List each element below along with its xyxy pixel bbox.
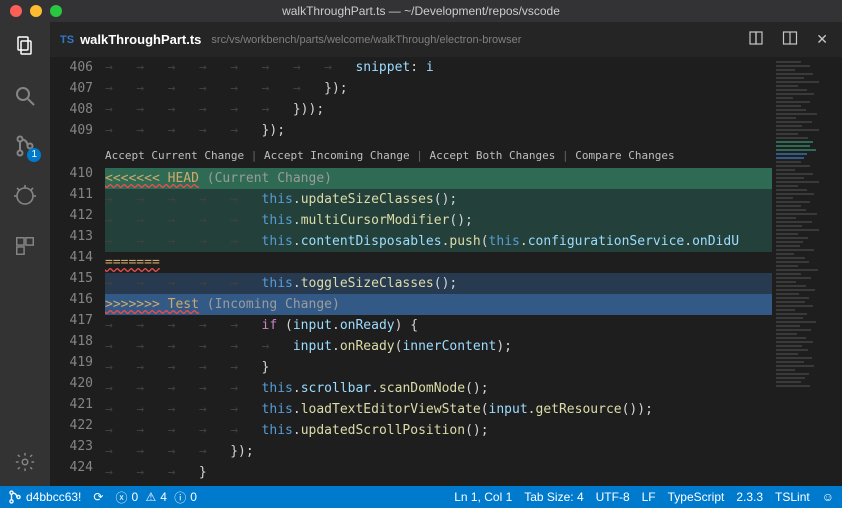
code-line: → → → → → this.updateSizeClasses(); — [105, 189, 842, 210]
close-tab-icon[interactable]: ✕ — [812, 31, 832, 48]
titlebar: walkThroughPart.ts — ~/Development/repos… — [0, 0, 842, 22]
code-line: → → → → → this.toggleSizeClasses(); — [105, 273, 842, 294]
code-area[interactable]: → → → → → → → → snippet: i → → → → → → →… — [105, 57, 842, 486]
code-line: → → → → → this.multiCursorModifier(); — [105, 210, 842, 231]
activity-bar: 1 — [0, 22, 50, 486]
code-line: → → → → → } — [105, 357, 842, 378]
status-bar: d4bbcc63! ⟳ ⓧ 0 ⚠ 4 ⓘ 0 Ln 1, Col 1 Tab … — [0, 486, 842, 508]
code-line: → → → → → this.contentDisposables.push(t… — [105, 231, 842, 252]
code-line: → → → → → → → → snippet: i — [105, 57, 842, 78]
scm-badge: 1 — [27, 148, 41, 162]
tab-bar: TS walkThroughPart.ts src/vs/workbench/p… — [50, 22, 842, 57]
conflict-divider: ======= — [105, 252, 842, 273]
code-line: → → → → → this.scrollbar.scanDomNode(); — [105, 378, 842, 399]
sync-status[interactable]: ⟳ — [93, 490, 103, 504]
accept-incoming-link[interactable]: Accept Incoming Change — [264, 149, 410, 162]
gutter: 406407408409 410411412413 414415416417 4… — [50, 57, 105, 486]
code-line: → → → → → }); — [105, 120, 842, 141]
feedback-icon[interactable]: ☺ — [822, 490, 834, 504]
split-editor-icon[interactable] — [778, 30, 802, 49]
debug-icon[interactable] — [11, 182, 39, 210]
compare-changes-icon[interactable] — [744, 30, 768, 49]
code-line: → → → → → → })); — [105, 99, 842, 120]
language-mode[interactable]: TypeScript — [668, 490, 725, 504]
code-line: → → → → → → input.onReady(innerContent); — [105, 336, 842, 357]
tab-filename: walkThroughPart.ts — [80, 32, 201, 47]
compare-changes-link[interactable]: Compare Changes — [575, 149, 674, 162]
explorer-icon[interactable] — [11, 32, 39, 60]
conflict-current-header: <<<<<<< HEAD (Current Change) — [105, 168, 842, 189]
editor[interactable]: 406407408409 410411412413 414415416417 4… — [50, 57, 842, 486]
code-line: → → → → → this.updatedScrollPosition(); — [105, 420, 842, 441]
typescript-file-icon: TS — [60, 34, 74, 46]
window-title: walkThroughPart.ts — ~/Development/repos… — [0, 4, 842, 18]
git-branch-status[interactable]: d4bbcc63! — [8, 490, 81, 504]
code-line: → → → → }); — [105, 441, 842, 462]
accept-current-link[interactable]: Accept Current Change — [105, 149, 244, 162]
code-line: → → → → → this.loadTextEditorViewState(i… — [105, 399, 842, 420]
tab-active[interactable]: TS walkThroughPart.ts — [60, 32, 201, 47]
encoding[interactable]: UTF-8 — [596, 490, 630, 504]
code-line: → → → → → → → }); — [105, 78, 842, 99]
tab-size[interactable]: Tab Size: 4 — [524, 490, 583, 504]
problems-status[interactable]: ⓧ 0 ⚠ 4 ⓘ 0 — [115, 489, 197, 506]
accept-both-link[interactable]: Accept Both Changes — [430, 149, 556, 162]
tslint-status[interactable]: TSLint — [775, 490, 810, 504]
conflict-incoming-header: >>>>>>> Test (Incoming Change) — [105, 294, 842, 315]
minimap[interactable] — [772, 57, 842, 486]
cursor-position[interactable]: Ln 1, Col 1 — [454, 490, 512, 504]
code-line: → → → } — [105, 462, 842, 483]
ts-version[interactable]: 2.3.3 — [736, 490, 763, 504]
extensions-icon[interactable] — [11, 232, 39, 260]
source-control-icon[interactable]: 1 — [11, 132, 39, 160]
settings-gear-icon[interactable] — [11, 448, 39, 476]
tab-path: src/vs/workbench/parts/welcome/walkThrou… — [211, 34, 521, 46]
eol[interactable]: LF — [642, 490, 656, 504]
code-line: → → → → → if (input.onReady) { — [105, 315, 842, 336]
merge-codelens: Accept Current Change | Accept Incoming … — [105, 145, 842, 166]
search-icon[interactable] — [11, 82, 39, 110]
